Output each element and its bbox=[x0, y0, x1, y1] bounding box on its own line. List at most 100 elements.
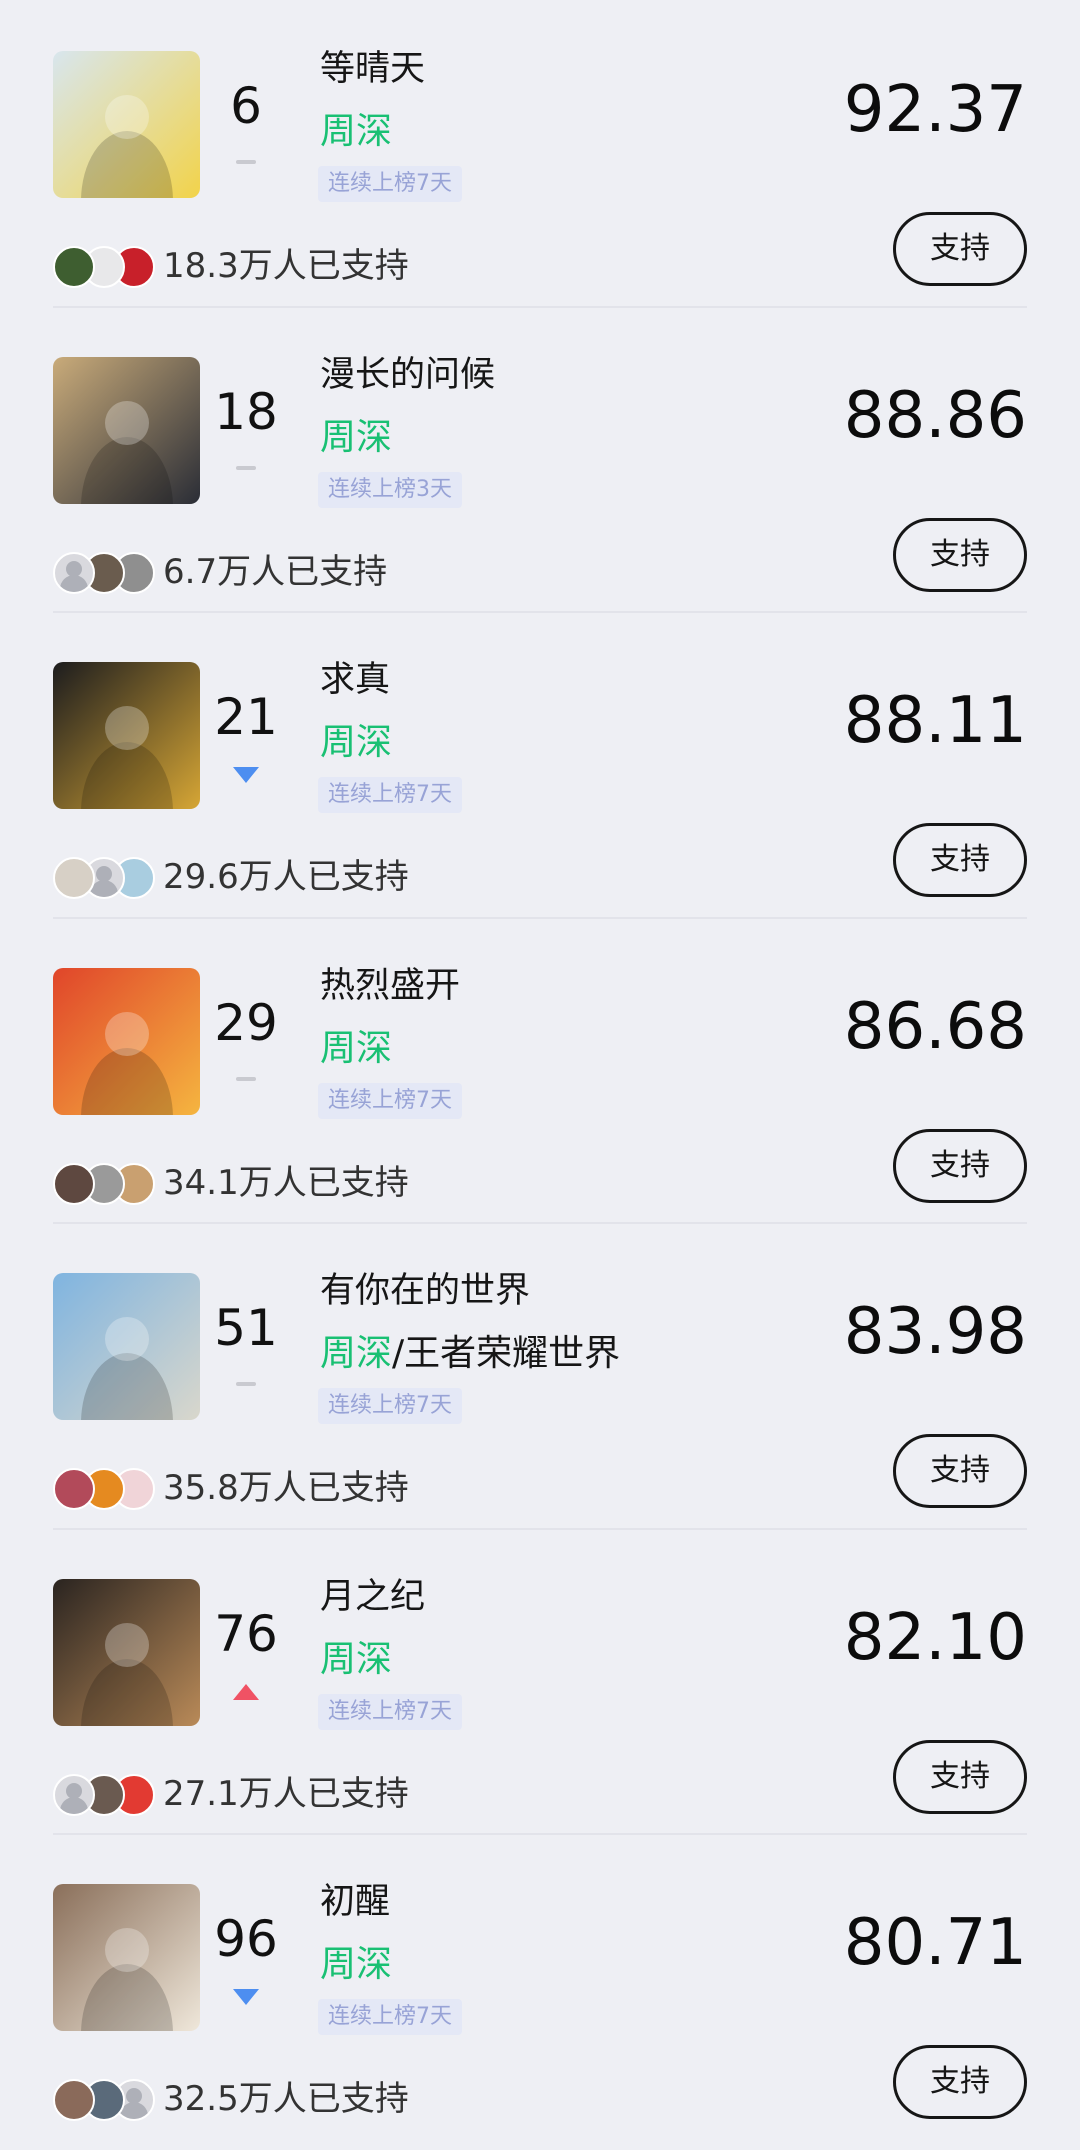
album-cover-art bbox=[53, 1884, 200, 2031]
score-value: 88.86 bbox=[843, 378, 1027, 453]
avatar bbox=[53, 1773, 95, 1816]
album-cover[interactable] bbox=[53, 1884, 200, 2031]
row-divider bbox=[53, 1527, 1027, 1530]
trend-flat-icon bbox=[236, 156, 256, 172]
supporter-avatars bbox=[53, 1162, 163, 1205]
row-divider bbox=[53, 916, 1027, 919]
score-value: 88.11 bbox=[843, 684, 1027, 758]
support-button[interactable]: 支持 bbox=[893, 2045, 1027, 2119]
list-item[interactable]: 29 热烈盛开周深连续上榜7天 86.68 34.1万人已支持 支持 bbox=[0, 916, 1080, 1222]
list-item[interactable]: 51 有你在的世界 周深/王者荣耀世界 连续上榜7天 83.98 35.8万人已支持 支持 bbox=[0, 1222, 1080, 1527]
supporter-count: 6.7万人已支持 bbox=[163, 551, 388, 592]
rank-number: 76 bbox=[214, 1604, 278, 1663]
album-cover-art bbox=[53, 662, 200, 809]
rank-number: 29 bbox=[214, 993, 278, 1052]
rank-number: 6 bbox=[230, 77, 262, 135]
artist-name[interactable]: 周深 bbox=[320, 1028, 392, 1069]
streak-badge: 连续上榜7天 bbox=[318, 1082, 462, 1119]
album-cover-art bbox=[53, 51, 200, 198]
supporter-avatars bbox=[53, 246, 163, 288]
rank-number: 96 bbox=[214, 1910, 278, 1968]
list-item[interactable]: 18 漫长的问候周深连续上榜3天 88.86 6.7万人已支持 支持 bbox=[0, 305, 1080, 611]
support-button[interactable]: 支持 bbox=[893, 823, 1027, 897]
artist-separator: / bbox=[392, 1333, 405, 1374]
streak-badge: 连续上榜7天 bbox=[318, 777, 462, 813]
supporter-count: 34.1万人已支持 bbox=[163, 1162, 409, 1203]
artist-name[interactable]: 周深 bbox=[320, 1944, 392, 1985]
score-value: 86.68 bbox=[843, 989, 1027, 1064]
artist-name[interactable]: 周深 bbox=[320, 417, 392, 458]
supporter-count: 35.8万人已支持 bbox=[163, 1468, 409, 1508]
rank-number: 18 bbox=[214, 382, 278, 441]
trend-down-icon bbox=[233, 1989, 259, 2005]
album-cover[interactable] bbox=[53, 1273, 200, 1420]
supporter-count: 32.5万人已支持 bbox=[163, 2079, 409, 2119]
trend-flat-icon bbox=[236, 1378, 256, 1394]
song-title[interactable]: 初醒 bbox=[320, 1881, 390, 1923]
list-item[interactable]: 76 月之纪周深连续上榜7天 82.10 27.1万人已支持 支持 bbox=[0, 1527, 1080, 1833]
artist-name[interactable]: 周深 bbox=[320, 1639, 392, 1680]
artist-name[interactable]: 王者荣耀世界 bbox=[404, 1333, 620, 1374]
rank-number: 21 bbox=[214, 688, 278, 746]
song-list: 6 等晴天 周深 连续上榜7天 92.37 18.3万人已支持 支持 18 漫长的问候 周深 连续上… bbox=[0, 0, 1080, 2150]
album-cover[interactable] bbox=[53, 356, 200, 504]
album-cover-art bbox=[53, 1273, 200, 1420]
supporter-count: 18.3万人已支持 bbox=[163, 246, 409, 286]
score-value: 82.10 bbox=[843, 1600, 1027, 1675]
song-title[interactable]: 等晴天 bbox=[320, 48, 425, 90]
album-cover-art bbox=[53, 967, 200, 1115]
artist-line: 周深 bbox=[320, 110, 392, 154]
artist-line: 周深 bbox=[320, 721, 392, 765]
trend-down-icon bbox=[233, 767, 259, 783]
trend-up-icon bbox=[233, 1683, 259, 1700]
supporter-avatars bbox=[53, 1468, 163, 1510]
song-title[interactable]: 有你在的世界 bbox=[320, 1270, 530, 1312]
streak-badge: 连续上榜7天 bbox=[318, 166, 462, 202]
trend-flat-icon bbox=[236, 1073, 256, 1089]
trend-flat-icon bbox=[236, 462, 256, 478]
album-cover[interactable] bbox=[53, 967, 200, 1115]
streak-badge: 连续上榜7天 bbox=[318, 1999, 462, 2035]
supporter-count: 27.1万人已支持 bbox=[163, 1773, 409, 1814]
avatar bbox=[53, 1468, 95, 1510]
support-button[interactable]: 支持 bbox=[893, 1434, 1027, 1508]
list-item[interactable]: 96 初醒周深连续上榜7天 80.71 32.5万人已支持 支持 bbox=[0, 1833, 1080, 2138]
rank-number: 51 bbox=[214, 1299, 278, 1357]
support-button[interactable]: 支持 bbox=[893, 1739, 1027, 1814]
row-divider bbox=[53, 1222, 1027, 1224]
artist-line: 周深 bbox=[320, 416, 392, 460]
album-cover-art bbox=[53, 1578, 200, 1726]
avatar bbox=[53, 1162, 95, 1205]
avatar bbox=[53, 2079, 95, 2121]
support-button[interactable]: 支持 bbox=[893, 1128, 1027, 1203]
avatar bbox=[53, 857, 95, 899]
support-button[interactable]: 支持 bbox=[893, 517, 1027, 592]
score-value: 92.37 bbox=[843, 73, 1027, 147]
supporter-avatars bbox=[53, 551, 163, 594]
avatar bbox=[53, 246, 95, 288]
list-item[interactable]: 21 求真周深连续上榜7天 88.11 29.6万人已支持 支持 bbox=[0, 611, 1080, 916]
supporter-count: 29.6万人已支持 bbox=[163, 857, 409, 897]
streak-badge: 连续上榜3天 bbox=[318, 471, 462, 508]
row-divider bbox=[53, 305, 1027, 308]
list-item[interactable]: 6 等晴天周深连续上榜7天 92.37 18.3万人已支持 支持 bbox=[0, 0, 1080, 305]
artist-name[interactable]: 周深 bbox=[320, 111, 392, 152]
avatar bbox=[53, 551, 95, 594]
artist-name[interactable]: 周深 bbox=[320, 1333, 392, 1374]
row-divider bbox=[53, 1833, 1027, 1835]
album-cover[interactable] bbox=[53, 1578, 200, 1726]
streak-badge: 连续上榜7天 bbox=[318, 1693, 462, 1730]
support-button[interactable]: 支持 bbox=[893, 212, 1027, 286]
album-cover[interactable] bbox=[53, 662, 200, 809]
album-cover[interactable] bbox=[53, 51, 200, 198]
artist-line: 周深 bbox=[320, 1027, 392, 1071]
streak-badge: 连续上榜7天 bbox=[318, 1388, 462, 1424]
score-value: 80.71 bbox=[843, 1906, 1027, 1980]
song-title[interactable]: 求真 bbox=[320, 659, 390, 701]
song-title[interactable]: 漫长的问候 bbox=[320, 354, 495, 396]
song-title[interactable]: 月之纪 bbox=[320, 1576, 425, 1618]
supporter-avatars bbox=[53, 2079, 163, 2121]
song-title[interactable]: 热烈盛开 bbox=[320, 965, 460, 1007]
artist-line: 周深/王者荣耀世界 bbox=[320, 1332, 620, 1376]
artist-name[interactable]: 周深 bbox=[320, 722, 392, 763]
